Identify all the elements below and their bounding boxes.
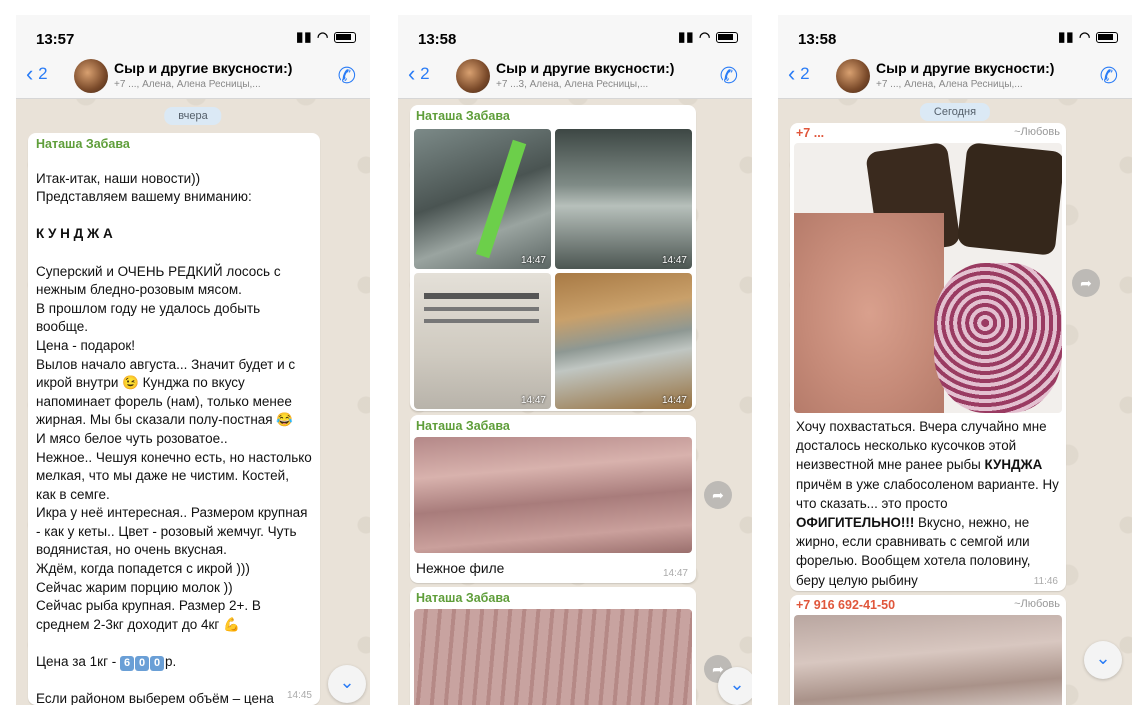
chat-header: ‹ 2 Сыр и другие вкусности:) +7 ...3, Ал… [398,53,752,99]
back-button[interactable]: ‹ 2 [788,61,810,87]
sender-alias: ~Любовь [1014,598,1060,610]
sender-alias: ~Любовь [1014,126,1060,138]
back-chevron-icon: ‹ [788,61,796,86]
forward-icon[interactable]: ➦ [704,481,732,509]
back-button[interactable]: ‹ 2 [408,61,430,87]
status-time: 13:57 [36,31,75,48]
system-icons: ▮▮ ◠ [1058,29,1118,45]
signal-icon: ▮▮ [678,29,695,44]
message-sender[interactable]: Наташа Забава [410,105,696,127]
system-icons: ▮▮ ◠ [678,29,738,45]
date-divider: Сегодня [919,103,991,121]
photo-time: 14:47 [661,255,687,266]
add-call-icon[interactable]: ✆ [338,63,356,89]
battery-icon [334,32,356,44]
message-time: 14:47 [662,568,688,579]
signal-icon: ▮▮ [1058,29,1075,44]
photo-time: 14:47 [661,395,687,406]
chat-participants[interactable]: +7 ...3, Алена, Алена Ресницы,... [496,79,706,90]
chat-area[interactable]: Сегодня +7 ... ~Любовь Хочу похвастаться… [778,99,1132,705]
message-text: Хочу похвастаться. Вчера случайно мне до… [796,419,1059,588]
photo-time: 14:47 [520,255,546,266]
photo-label[interactable]: 14:47 [414,273,551,409]
chat-area[interactable]: вчера Наташа Забава Итак-итак, наши ново… [16,99,370,705]
scroll-down-icon[interactable]: ⌄ [718,667,752,705]
photo-fish-ruler[interactable]: 14:47 [414,129,551,269]
message-sender[interactable]: Наташа Забава [36,137,312,151]
chat-participants[interactable]: +7 ..., Алена, Алена Ресницы,... [114,79,324,90]
message-time: 11:46 [1033,576,1058,587]
photo-time: 14:47 [520,395,546,406]
photo-fillet-scored[interactable] [414,609,692,705]
chat-title[interactable]: Сыр и другие вкусности:) [496,60,674,76]
status-bar: 13:57 ▮▮ ◠ [16,15,370,53]
photo-fillet[interactable] [414,437,692,553]
scroll-down-icon[interactable]: ⌄ [1084,641,1122,679]
message-text: Итак-итак, наши новости)) Представляем в… [36,151,312,705]
message-sender[interactable]: Наташа Забава [410,415,696,437]
status-time: 13:58 [798,31,837,48]
chat-participants[interactable]: +7 ..., Алена, Алена Ресницы,... [876,79,1086,90]
message-sender[interactable]: +7 916 692-41-50 [796,598,895,612]
battery-icon [716,32,738,44]
chat-header: ‹ 2 Сыр и другие вкусности:) +7 ..., Але… [778,53,1132,99]
scroll-down-icon[interactable]: ⌄ [328,665,366,703]
date-divider: вчера [164,107,222,125]
add-call-icon[interactable]: ✆ [720,63,738,89]
photo-message-bubble-2[interactable]: Наташа Забава [410,587,696,705]
album-bubble[interactable]: Наташа Забава 14:47 14:47 14:47 14:47 [410,105,696,411]
screen-3: 13:58 ▮▮ ◠ ‹ 2 Сыр и другие вкусности:) … [778,15,1132,705]
screen-1: 13:57 ▮▮ ◠ ‹ 2 Сыр и другие вкусности:) … [16,15,370,705]
photo-message-bubble-2[interactable]: +7 916 692-41-50 ~Любовь [790,595,1066,705]
message-sender[interactable]: +7 ... [796,126,824,140]
status-bar: 13:58 ▮▮ ◠ [398,15,752,53]
photo-caption: Нежное филе [416,561,505,576]
wifi-icon: ◠ [1079,29,1092,44]
screen-2: 13:58 ▮▮ ◠ ‹ 2 Сыр и другие вкусности:) … [398,15,752,705]
status-bar: 13:58 ▮▮ ◠ [778,15,1132,53]
message-bubble[interactable]: Наташа Забава Итак-итак, наши новости)) … [28,133,320,705]
photo-fish-bread-onion[interactable] [794,143,1062,413]
group-avatar[interactable] [456,59,490,93]
wifi-icon: ◠ [699,29,712,44]
forward-icon[interactable]: ➦ [1072,269,1100,297]
back-chevron-icon: ‹ [26,61,34,86]
photo-fish-knife[interactable]: 14:47 [555,273,692,409]
back-chevron-icon: ‹ [408,61,416,86]
message-time: 14:45 [286,690,312,701]
chat-title[interactable]: Сыр и другие вкусности:) [876,60,1054,76]
battery-icon [1096,32,1118,44]
chat-title[interactable]: Сыр и другие вкусности:) [114,60,292,76]
photo-fish-fillet[interactable] [794,615,1062,705]
chat-area[interactable]: Наташа Забава 14:47 14:47 14:47 14:47 На… [398,99,752,705]
status-time: 13:58 [418,31,457,48]
photo-message-bubble[interactable]: Наташа Забава Нежное филе 14:47 [410,415,696,583]
chat-header: ‹ 2 Сыр и другие вкусности:) +7 ..., Але… [16,53,370,99]
back-button[interactable]: ‹ 2 [26,61,48,87]
group-avatar[interactable] [74,59,108,93]
signal-icon: ▮▮ [296,29,313,44]
message-sender[interactable]: Наташа Забава [410,587,696,609]
add-call-icon[interactable]: ✆ [1100,63,1118,89]
photo-message-bubble[interactable]: +7 ... ~Любовь Хочу похвастаться. Вчера … [790,123,1066,591]
message-bold-title: К У Н Д Ж А [36,226,113,242]
group-avatar[interactable] [836,59,870,93]
system-icons: ▮▮ ◠ [296,29,356,45]
photo-fish-braid[interactable]: 14:47 [555,129,692,269]
price-digits: 600 [120,654,165,672]
wifi-icon: ◠ [317,29,330,44]
